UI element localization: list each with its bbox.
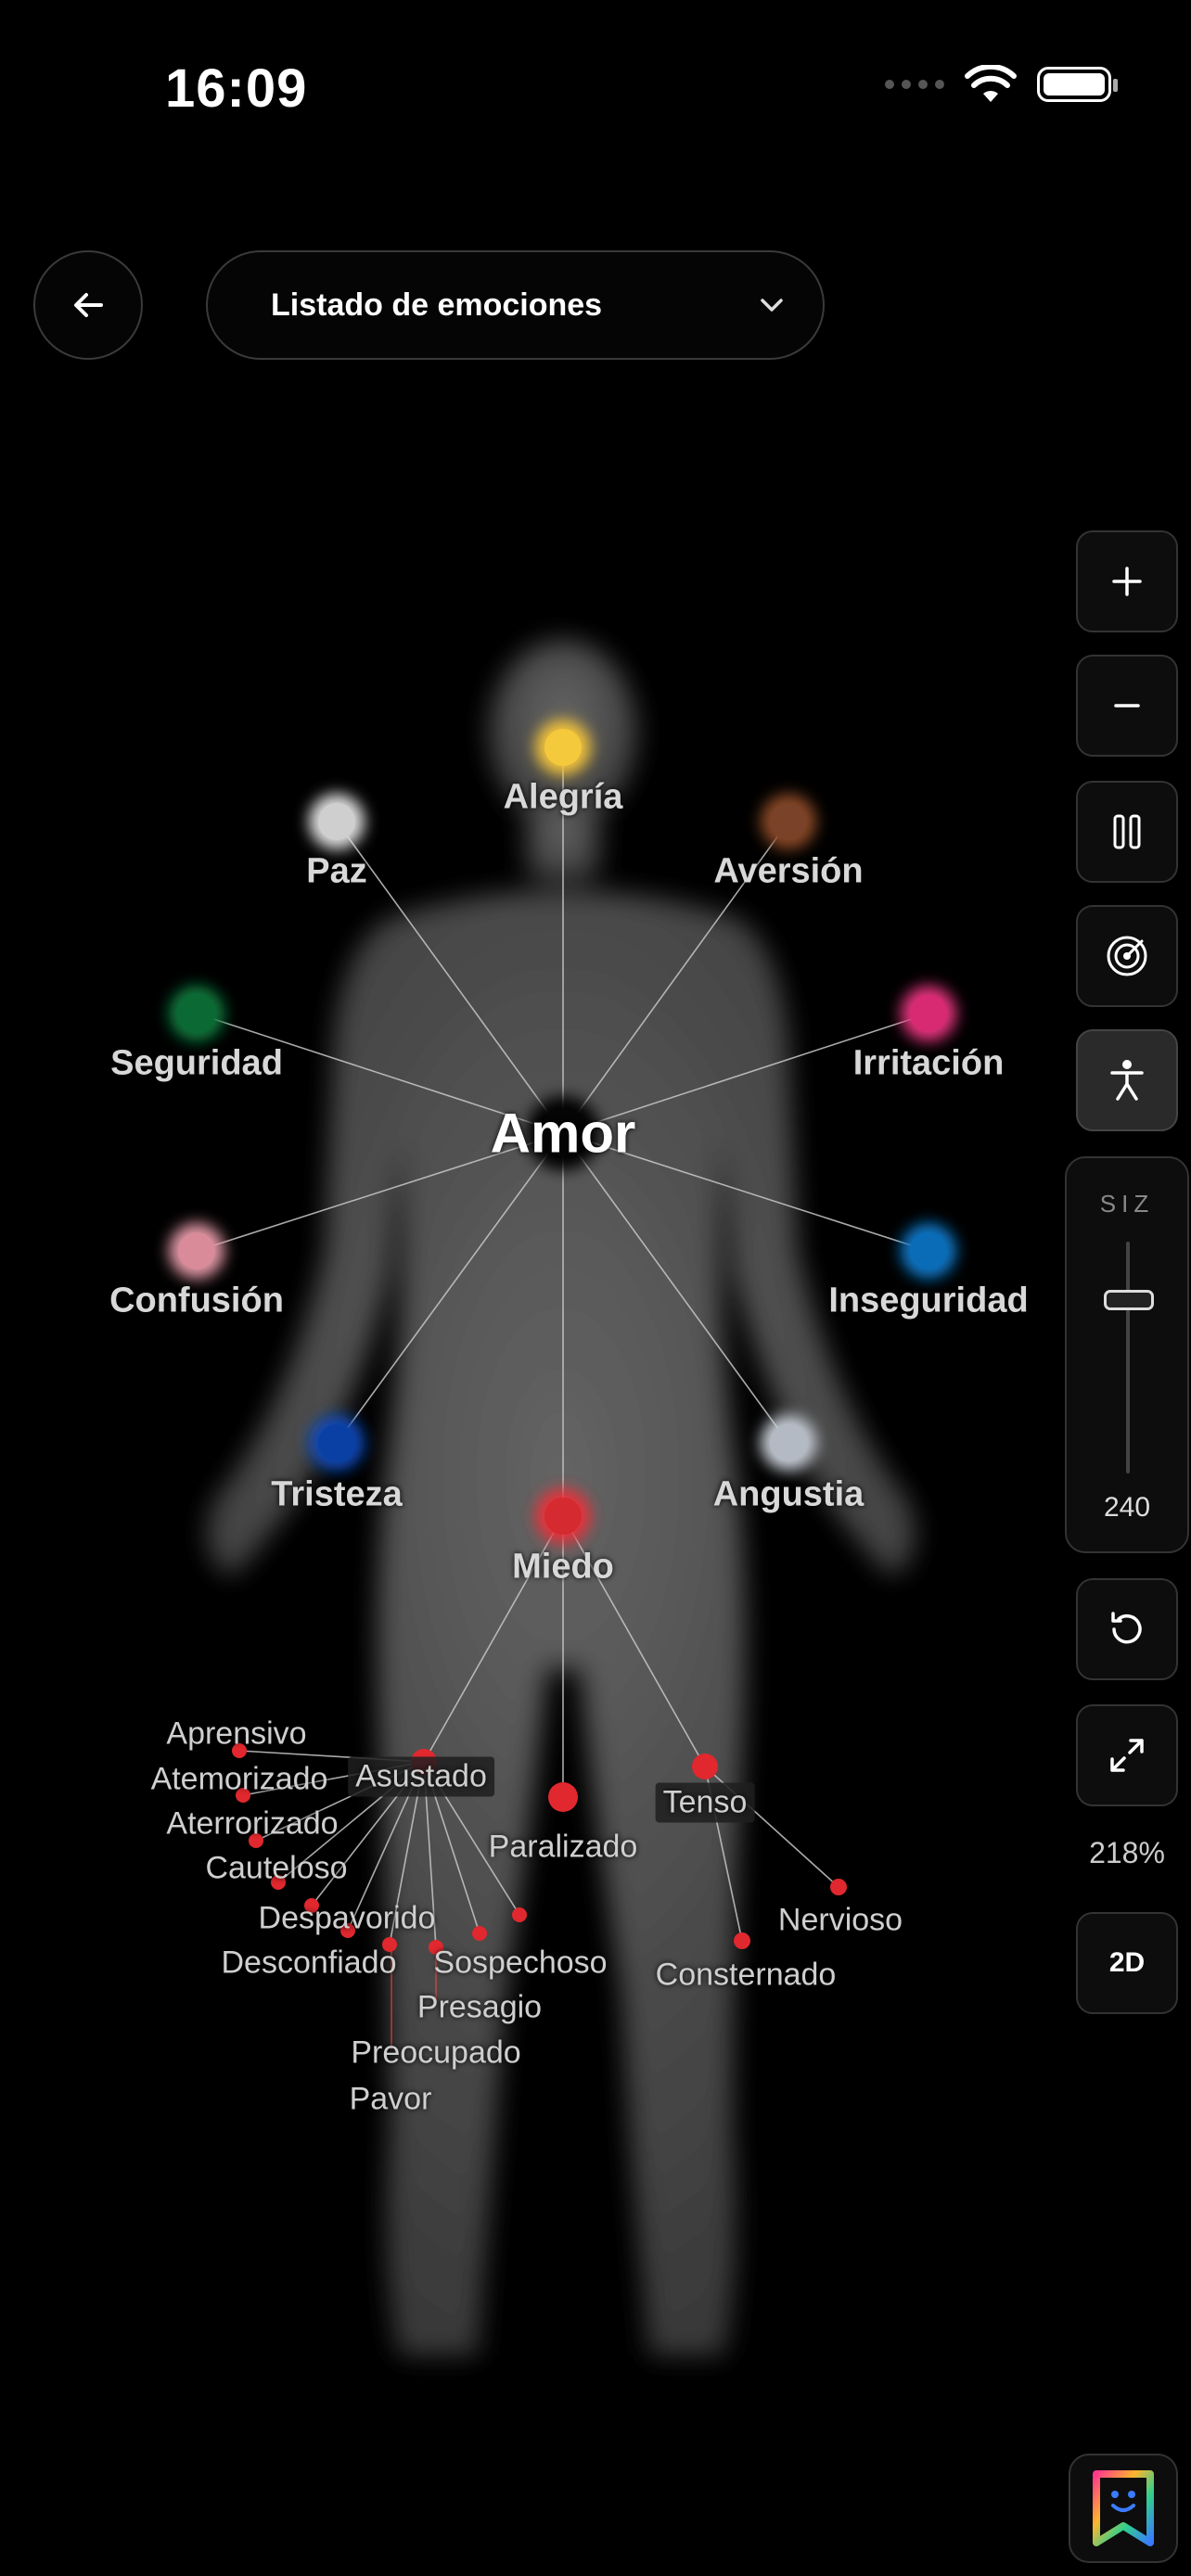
label-aversion[interactable]: Aversión <box>713 852 863 892</box>
label-pavor[interactable]: Pavor <box>350 2082 432 2118</box>
size-slider-value: 240 <box>1103 1492 1151 1523</box>
label-paz[interactable]: Paz <box>306 852 366 892</box>
label-preocupado[interactable]: Preocupado <box>351 2035 520 2072</box>
size-slider-title: SIZ <box>1099 1190 1155 1218</box>
zoom-in-button[interactable] <box>1076 530 1178 632</box>
reset-button[interactable] <box>1076 1578 1178 1680</box>
size-slider-thumb[interactable] <box>1104 1290 1154 1310</box>
center-label[interactable]: Amor <box>491 1102 636 1166</box>
reset-icon <box>1111 1612 1142 1644</box>
label-miedo[interactable]: Miedo <box>512 1548 614 1588</box>
node-seguridad <box>169 986 224 1041</box>
body-view-button[interactable] <box>1076 1029 1178 1131</box>
node-inseguridad <box>901 1223 956 1279</box>
label-atemorizado[interactable]: Atemorizado <box>151 1762 328 1798</box>
person-icon <box>1110 1060 1144 1101</box>
bookmark-face-icon <box>1093 2470 1154 2546</box>
label-seguridad[interactable]: Seguridad <box>110 1044 283 1084</box>
node-sospechoso <box>472 1926 487 1941</box>
node-tenso <box>692 1753 718 1779</box>
node-consternado <box>734 1932 750 1949</box>
label-alegria[interactable]: Alegría <box>504 778 623 818</box>
node-aversion <box>761 794 816 849</box>
node-alegria <box>535 720 591 775</box>
expand-icon <box>1110 1739 1144 1772</box>
fullscreen-button[interactable] <box>1076 1704 1178 1806</box>
label-confusion[interactable]: Confusión <box>109 1282 284 1321</box>
node-miedo <box>535 1488 591 1544</box>
label-nervioso[interactable]: Nervioso <box>778 1903 903 1939</box>
size-slider-track[interactable] <box>1126 1242 1130 1473</box>
zoom-out-button[interactable] <box>1076 655 1178 757</box>
label-asustado[interactable]: Asustado <box>348 1756 494 1797</box>
minus-icon <box>1114 704 1140 708</box>
label-cauteloso[interactable]: Cauteloso <box>205 1851 347 1887</box>
plus-icon <box>1112 567 1142 596</box>
label-aprensivo[interactable]: Aprensivo <box>166 1716 306 1753</box>
label-inseguridad[interactable]: Inseguridad <box>828 1282 1028 1321</box>
node-paz <box>309 794 365 849</box>
node-paralizado <box>548 1782 578 1812</box>
node-tristeza <box>309 1415 365 1471</box>
zoom-level: 218% <box>1089 1836 1165 1869</box>
view-mode-label: 2D <box>1108 1947 1146 1978</box>
node-confusion <box>169 1223 224 1279</box>
pause-icon <box>1113 814 1141 849</box>
label-aterrorizado[interactable]: Aterrorizado <box>166 1806 338 1843</box>
label-sospechoso[interactable]: Sospechoso <box>433 1945 607 1982</box>
label-irritacion[interactable]: Irritación <box>853 1044 1005 1084</box>
label-tenso[interactable]: Tenso <box>655 1782 755 1823</box>
node-nervioso <box>830 1879 847 1895</box>
label-angustia[interactable]: Angustia <box>713 1475 864 1515</box>
label-desconfiado[interactable]: Desconfiado <box>221 1945 396 1982</box>
label-tristeza[interactable]: Tristeza <box>271 1475 403 1515</box>
node-pavor <box>512 1907 527 1922</box>
radar-button[interactable] <box>1076 905 1178 1007</box>
node-angustia <box>761 1415 816 1471</box>
node-irritacion <box>901 986 956 1041</box>
label-paralizado[interactable]: Paralizado <box>489 1830 638 1866</box>
label-consternado[interactable]: Consternado <box>656 1958 837 1994</box>
app-logo-button[interactable] <box>1069 2454 1178 2563</box>
label-presagio[interactable]: Presagio <box>417 1990 542 2026</box>
pause-button[interactable] <box>1076 781 1178 883</box>
radar-icon <box>1107 936 1147 976</box>
label-despavorido[interactable]: Despavorido <box>259 1901 436 1937</box>
size-slider-panel: SIZ 240 <box>1065 1156 1189 1553</box>
view-mode-button[interactable]: 2D <box>1076 1912 1178 2014</box>
